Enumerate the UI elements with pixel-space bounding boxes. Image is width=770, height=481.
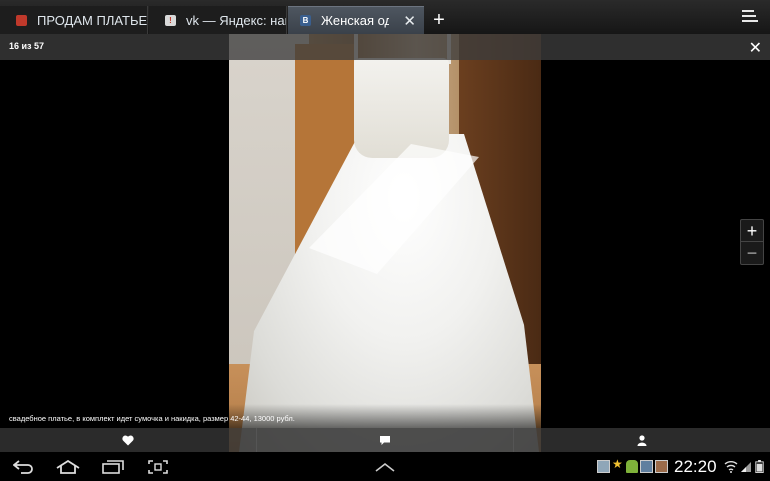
- overflow-menu-icon[interactable]: [742, 10, 760, 26]
- signal-icon: [741, 462, 751, 472]
- tab-title: vk — Яндекс: наш: [186, 12, 286, 28]
- screen: ПРОДАМ ПЛАТЬЕ ! vk — Яндекс: наш B Женск…: [0, 0, 770, 481]
- android-notification-icon: [626, 460, 638, 473]
- comment-button[interactable]: [257, 428, 514, 452]
- screenshot-icon: [148, 460, 168, 474]
- zoom-control: + −: [740, 219, 764, 265]
- tab-title: Женская од: [321, 13, 390, 28]
- tab-active-zhenskaya[interactable]: B Женская од ✕: [288, 6, 424, 34]
- close-viewer-icon[interactable]: ✕: [749, 38, 762, 58]
- wedding-dress-photo[interactable]: [229, 34, 541, 452]
- tab-close-icon[interactable]: ✕: [403, 12, 416, 30]
- comment-icon: [380, 435, 390, 445]
- system-nav-bar: ★ 22:20: [0, 452, 770, 481]
- like-button[interactable]: [0, 428, 257, 452]
- show-more-button[interactable]: [372, 457, 398, 477]
- heart-icon: [122, 435, 134, 445]
- photo-notification-icon: [640, 460, 653, 473]
- person-icon: [637, 434, 647, 446]
- back-button[interactable]: [12, 457, 36, 477]
- recent-apps-icon: [102, 460, 124, 474]
- profile-button[interactable]: [514, 428, 770, 452]
- tab-title: ПРОДАМ ПЛАТЬЕ: [37, 12, 147, 28]
- zoom-in-button[interactable]: +: [741, 220, 763, 242]
- home-icon: [56, 460, 80, 474]
- tab-prodam-plate[interactable]: ПРОДАМ ПЛАТЬЕ: [0, 6, 148, 34]
- tab-favicon-icon: !: [165, 14, 176, 26]
- photo-caption-bar: свадебное платье, в комплект идет сумочк…: [0, 404, 770, 428]
- new-tab-button[interactable]: +: [428, 8, 450, 32]
- viewer-action-bar: [0, 428, 770, 452]
- home-button[interactable]: [55, 457, 81, 477]
- gallery-notification-icon: [597, 460, 610, 473]
- app-notification-icon: [655, 460, 668, 473]
- tab-yandex-search[interactable]: ! vk — Яндекс: наш: [149, 6, 287, 34]
- chevron-up-icon: [375, 462, 395, 472]
- zoom-out-button[interactable]: −: [741, 242, 763, 264]
- wifi-icon: [724, 461, 738, 473]
- recent-apps-button[interactable]: [101, 457, 125, 477]
- status-clock: 22:20: [674, 457, 717, 476]
- back-icon: [13, 460, 33, 474]
- browser-tab-bar: ПРОДАМ ПЛАТЬЕ ! vk — Яндекс: наш B Женск…: [0, 0, 770, 34]
- tab-favicon-icon: [16, 14, 27, 26]
- battery-icon: [755, 460, 764, 473]
- star-notification-icon: ★: [612, 457, 623, 471]
- photo-viewer: 16 из 57 ✕ + − свадебное платье, в компл…: [0, 34, 770, 452]
- photo-caption: свадебное платье, в комплект идет сумочк…: [9, 414, 295, 423]
- tab-favicon-icon: B: [300, 15, 311, 26]
- viewer-top-bar: 16 из 57 ✕: [0, 34, 770, 60]
- photo-counter: 16 из 57: [9, 41, 45, 51]
- screenshot-button[interactable]: [146, 457, 170, 477]
